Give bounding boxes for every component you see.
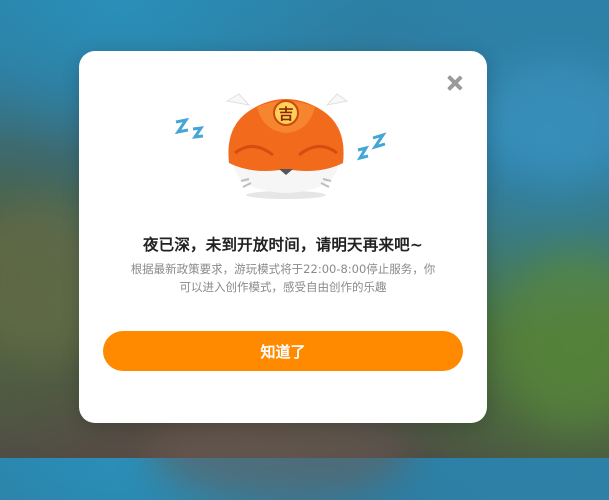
ok-button[interactable]: 知道了 xyxy=(103,331,463,371)
dialog-description: 根据最新政策要求，游玩模式将于22:00-8:00停止服务，你 可以进入创作模式… xyxy=(121,260,445,296)
close-icon[interactable] xyxy=(445,73,465,93)
dialog-description-line-1: 根据最新政策要求，游玩模式将于22:00-8:00停止服务，你 xyxy=(130,262,436,276)
dialog-title: 夜已深，未到开放时间，请明天再来吧~ xyxy=(142,236,424,254)
mascot-badge-text: 吉 xyxy=(278,105,293,123)
sleeping-tiger-mascot: 吉 xyxy=(174,93,387,199)
sleep-z-right xyxy=(356,132,387,161)
night-closed-dialog: 吉 夜已深，未到开放时间，请明天再来吧~ 根据最新政策要求，游玩模式将于22:0… xyxy=(79,51,487,423)
dialog-description-line-2: 可以进入创作模式，感受自由创作的乐趣 xyxy=(179,280,387,294)
sleep-z-left xyxy=(174,117,205,139)
